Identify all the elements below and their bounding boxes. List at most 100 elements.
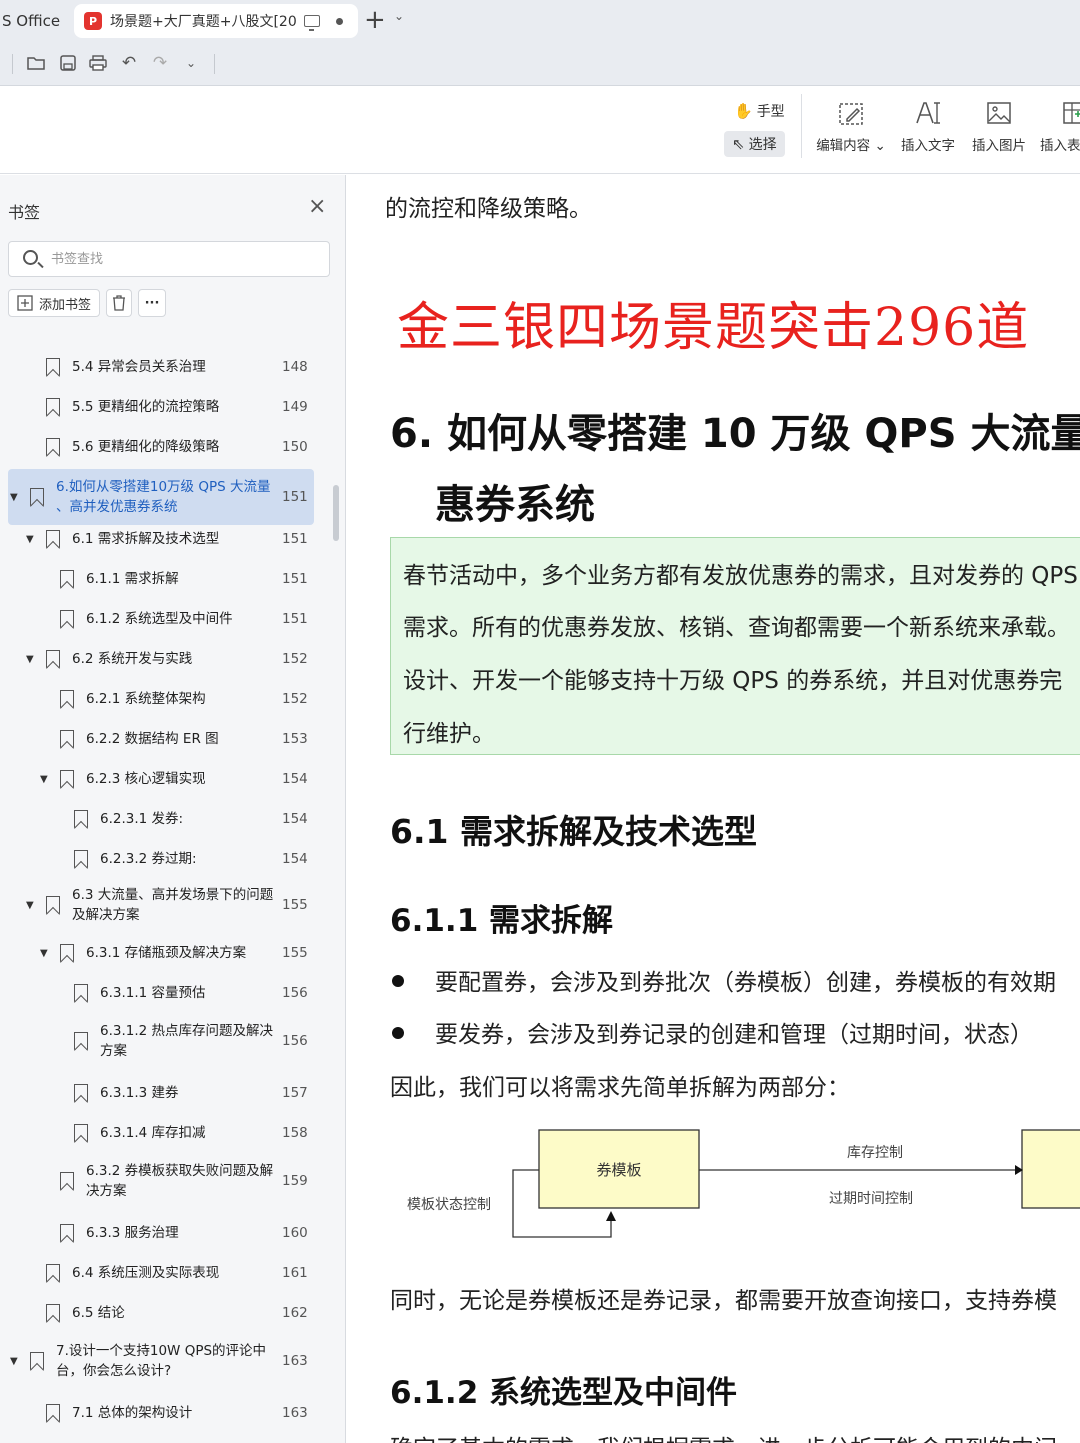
expand-caret-icon[interactable]: ▼ xyxy=(26,534,34,545)
bookmark-label: 6.3.3 服务治理 xyxy=(86,1223,278,1243)
bookmark-icon xyxy=(46,1404,60,1422)
add-bookmark-button[interactable]: 添加书签 xyxy=(8,289,100,317)
insert-text-button[interactable]: 插入文字 xyxy=(896,96,960,162)
cursor-icon: ⇖ xyxy=(732,135,745,153)
bookmark-icon xyxy=(30,1352,44,1370)
bookmark-label-line: 6.如何从零搭建10万级 QPS 大流量 xyxy=(56,479,271,495)
bookmark-item[interactable]: 5.4 异常会员关系治理 148 xyxy=(8,347,314,387)
open-folder-icon[interactable] xyxy=(24,51,48,75)
monitor-icon[interactable] xyxy=(304,15,320,31)
bookmark-item[interactable]: 6.3.1.2 热点库存问题及解决 方案 156 xyxy=(8,1013,314,1069)
bookmark-label-line: 6.2.2 数据结构 ER 图 xyxy=(86,731,219,747)
insert-table-button[interactable]: 插入表 xyxy=(1038,96,1080,162)
bookmark-item[interactable]: 6.2.3.2 券过期: 154 xyxy=(8,839,314,879)
bookmark-item[interactable]: ▼ 6.1 需求拆解及技术选型 151 xyxy=(8,519,314,559)
bookmark-page-number: 156 xyxy=(282,1033,308,1049)
bookmark-label: 6.5 结论 xyxy=(72,1303,278,1323)
bookmark-icon xyxy=(46,358,60,376)
bookmark-label-line: 、高并发优惠券系统 xyxy=(56,499,178,515)
hand-tool-label: 手型 xyxy=(756,104,785,120)
bookmark-item[interactable]: ▼ 6.3.1 存储瓶颈及解决方案 155 xyxy=(8,933,314,973)
bookmark-label: 6.1.2 系统选型及中间件 xyxy=(86,609,278,629)
bookmark-item[interactable]: 6.5 结论 162 xyxy=(8,1293,314,1333)
bookmark-item[interactable]: 6.2.3.1 发券: 154 xyxy=(8,799,314,839)
bookmark-label-line: 6.4 系统压测及实际表现 xyxy=(72,1265,220,1281)
bookmark-label: 6.3.1.2 热点库存问题及解决 方案 xyxy=(100,1021,278,1061)
bookmark-icon xyxy=(74,984,88,1002)
bookmark-sidebar: 书签 × 添加书签 ··· 5.4 异常会员关系治理 148 5.5 更精细化的流控… xyxy=(0,175,346,1443)
bookmark-item[interactable]: 7.1 总体的架构设计 163 xyxy=(8,1393,314,1433)
heading-6: 6. 如何从零搭建 10 万级 QPS 大流量 xyxy=(390,411,1080,457)
expand-caret-icon[interactable]: ▼ xyxy=(40,948,48,959)
bookmark-item[interactable]: 6.3.1.4 库存扣减 158 xyxy=(8,1113,314,1153)
coupon-record-box xyxy=(1021,1129,1080,1209)
bookmark-item[interactable]: ▼ 7.设计一个支持10W QPS的评论中 台，你会怎么设计? 163 xyxy=(8,1333,314,1389)
heading-6-continued: 惠券系统 xyxy=(435,482,595,528)
bookmark-label-line: 及解决方案 xyxy=(72,907,140,923)
bookmark-item[interactable]: ▼ 6.3 大流量、高并发场景下的问题 及解决方案 155 xyxy=(8,877,314,933)
select-tool-button[interactable]: ⇖ 选择 xyxy=(724,131,785,157)
bookmark-item[interactable]: 6.1.2 系统选型及中间件 151 xyxy=(8,599,314,639)
paragraph-query: 同时，无论是券模板还是券记录，都需要开放查询接口，支持券模 xyxy=(390,1288,1057,1314)
bookmark-icon xyxy=(46,398,60,416)
bookmark-item[interactable]: 6.3.2 券模板获取失败问题及解 决方案 159 xyxy=(8,1153,314,1209)
new-tab-plus-icon[interactable]: + xyxy=(364,5,386,35)
bullet-dot xyxy=(392,1027,404,1039)
bookmark-label-line: 7.1 总体的架构设计 xyxy=(72,1405,193,1421)
bookmark-label: 6.1 需求拆解及技术选型 xyxy=(72,529,278,549)
bookmark-label: 6.3.2 券模板获取失败问题及解 决方案 xyxy=(86,1161,278,1201)
redo-icon[interactable]: ↷ xyxy=(148,51,172,75)
bookmark-label-line: 6.2.3.2 券过期: xyxy=(100,851,197,867)
bookmark-icon xyxy=(30,488,44,506)
edit-content-icon xyxy=(814,96,888,130)
bookmark-item[interactable]: 6.4 系统压测及实际表现 161 xyxy=(8,1253,314,1293)
tab-document-title: 场景题+大厂真题+八股文[20 xyxy=(110,14,297,30)
select-tool-label: 选择 xyxy=(748,137,777,153)
bookmark-icon xyxy=(46,896,60,914)
tab-list-chevron-icon[interactable]: ⌄ xyxy=(394,9,404,23)
expand-caret-icon[interactable]: ▼ xyxy=(26,900,34,911)
bookmark-item[interactable]: 6.3.1.1 容量预估 156 xyxy=(8,973,314,1013)
bookmark-item[interactable]: 6.3.3 服务治理 160 xyxy=(8,1213,314,1253)
expand-caret-icon[interactable]: ▼ xyxy=(40,774,48,785)
chevron-down-icon[interactable]: ⌄ xyxy=(179,51,203,75)
edit-content-button[interactable]: 编辑内容 ⌄ xyxy=(814,96,888,162)
bookmark-label-line: 6.3.1.2 热点库存问题及解决 xyxy=(100,1023,274,1039)
close-icon[interactable]: × xyxy=(308,195,326,219)
bookmark-item[interactable]: 5.5 更精细化的流控策略 149 xyxy=(8,387,314,427)
bookmark-item[interactable]: ▼ 6.如何从零搭建10万级 QPS 大流量 、高并发优惠券系统 151 xyxy=(8,469,314,525)
bookmark-item[interactable]: 6.2.2 数据结构 ER 图 153 xyxy=(8,719,314,759)
unsaved-dot-icon[interactable] xyxy=(336,17,343,25)
tab-document[interactable]: P 场景题+大厂真题+八股文[20 xyxy=(74,4,358,38)
bookmark-item[interactable]: 6.3.1.3 建券 157 xyxy=(8,1073,314,1113)
undo-icon[interactable]: ↶ xyxy=(117,51,141,75)
save-icon[interactable] xyxy=(56,51,80,75)
add-bookmark-icon xyxy=(17,295,33,311)
bookmark-item[interactable]: 6.2.1 系统整体架构 152 xyxy=(8,679,314,719)
tab-office[interactable]: S Office xyxy=(0,4,68,38)
toolbar-divider xyxy=(12,54,13,74)
trash-icon xyxy=(113,295,125,311)
requirement-diagram: 券模板 库存控制 过期时间控制 模板状态控制 xyxy=(407,1129,1080,1238)
insert-image-button[interactable]: 插入图片 xyxy=(967,96,1031,162)
bookmark-item[interactable]: 5.6 更精细化的降级策略 150 xyxy=(8,427,314,467)
bookmark-search[interactable] xyxy=(8,241,330,277)
delete-bookmark-button[interactable] xyxy=(106,289,132,317)
bookmark-label-line: 6.5 结论 xyxy=(72,1305,125,1321)
bookmark-item[interactable]: ▼ 6.2.3 核心逻辑实现 154 xyxy=(8,759,314,799)
bookmark-label-line: 6.3.1 存储瓶颈及解决方案 xyxy=(86,945,247,961)
intro-line: 春节活动中，多个业务方都有发放优惠券的需求，且对发券的 QPS xyxy=(403,563,1078,589)
expand-caret-icon[interactable]: ▼ xyxy=(10,1356,18,1367)
bookmark-label: 7.设计一个支持10W QPS的评论中 台，你会怎么设计? xyxy=(56,1341,278,1381)
bookmark-item[interactable]: 6.1.1 需求拆解 151 xyxy=(8,559,314,599)
hand-tool-button[interactable]: ✋ 手型 xyxy=(726,98,793,124)
print-icon[interactable] xyxy=(86,51,110,75)
bookmark-item[interactable]: ▼ 6.2 系统开发与实践 152 xyxy=(8,639,314,679)
bookmark-search-input[interactable] xyxy=(51,248,311,270)
expand-caret-icon[interactable]: ▼ xyxy=(26,654,34,665)
app-window: S Office P 场景题+大厂真题+八股文[20 + ⌄ ↶ ↷ ⌄ ✋ 手… xyxy=(0,0,1080,1443)
bookmark-label-line: 6.3.1.4 库存扣减 xyxy=(100,1125,206,1141)
expand-caret-icon[interactable]: ▼ xyxy=(10,492,18,503)
more-options-button[interactable]: ··· xyxy=(138,289,166,317)
sidebar-scrollbar[interactable] xyxy=(333,485,339,541)
